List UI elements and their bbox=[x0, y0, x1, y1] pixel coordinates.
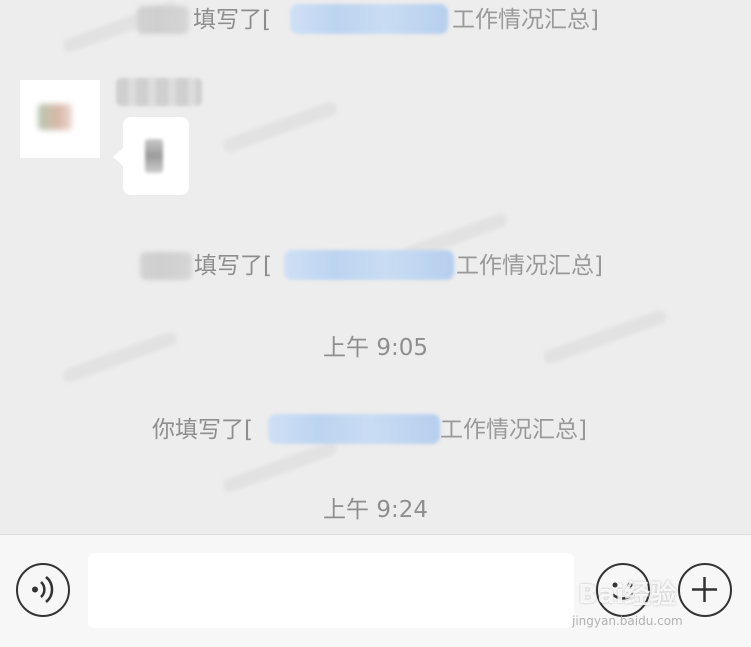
system-message-text: 你填写了[ bbox=[152, 410, 253, 450]
system-message-prefix: 填写了[ bbox=[194, 253, 272, 279]
plus-icon bbox=[692, 577, 717, 602]
avatar-image bbox=[38, 104, 72, 130]
system-message: 填写了[ 工作情况汇总] bbox=[0, 0, 751, 40]
sender-name bbox=[116, 78, 202, 106]
baidu-watermark-url: jingyan.baidu.com bbox=[572, 614, 683, 628]
message-input[interactable] bbox=[88, 553, 574, 628]
bubble-tail bbox=[113, 148, 123, 166]
form-link[interactable]: 工作情况汇总] bbox=[452, 0, 599, 40]
system-message-prefix: 填写了[ bbox=[193, 7, 271, 33]
avatar[interactable] bbox=[20, 80, 100, 158]
message-content bbox=[145, 139, 163, 173]
form-link[interactable]: 工作情况汇总] bbox=[440, 410, 587, 450]
system-message-prefix: 你填写了[ bbox=[152, 417, 253, 443]
chat-area[interactable]: 填写了[ 工作情况汇总] 填写了[ 工作情况汇总] 上午 9:05 你填写了[ … bbox=[0, 0, 751, 534]
form-link[interactable]: 工作情况汇总] bbox=[456, 246, 603, 286]
system-message: 填写了[ 工作情况汇总] bbox=[0, 246, 751, 286]
baidu-watermark-logo: Bai经验 bbox=[578, 580, 677, 610]
watermark-stroke bbox=[221, 99, 339, 155]
message-bubble[interactable] bbox=[123, 117, 189, 195]
system-message-text: 填写了[ bbox=[194, 246, 272, 286]
voice-button[interactable] bbox=[16, 563, 70, 617]
timestamp: 上午 9:05 bbox=[323, 335, 428, 361]
blurred-name bbox=[140, 252, 192, 280]
blurred-document-name bbox=[290, 4, 448, 34]
blurred-name bbox=[137, 6, 189, 34]
more-button[interactable] bbox=[678, 563, 732, 617]
timestamp: 上午 9:24 bbox=[323, 497, 428, 523]
blurred-document-name bbox=[268, 414, 440, 444]
voice-icon bbox=[32, 576, 54, 603]
system-message: 你填写了[ 工作情况汇总] bbox=[0, 410, 751, 450]
system-message-text: 填写了[ bbox=[193, 0, 271, 40]
blurred-document-name bbox=[284, 250, 454, 280]
